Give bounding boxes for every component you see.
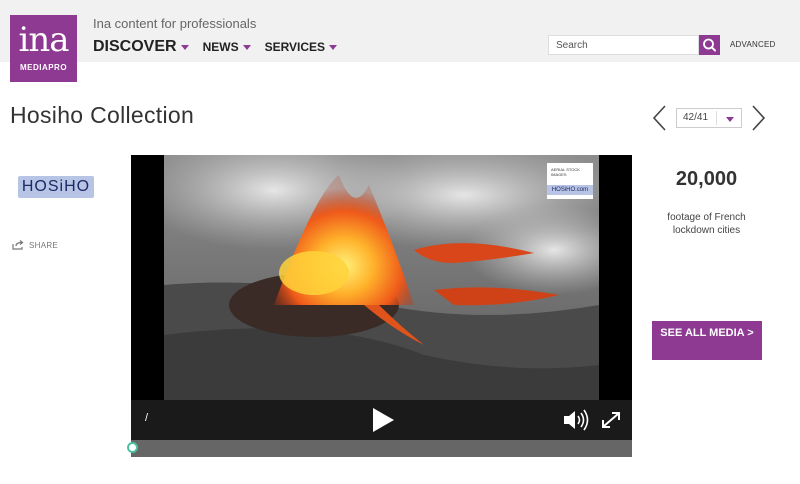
progress-handle[interactable]: [127, 442, 138, 453]
time-display: /: [145, 412, 149, 424]
logo-sub: MEDIAPRO: [19, 63, 68, 72]
pager-value: 42/41: [683, 112, 709, 123]
watermark-brand: HOSiHO.com: [547, 185, 593, 195]
watermark-logo: AERIAL STOCK IMAGES HOSiHO.com: [547, 163, 593, 199]
pager-select[interactable]: 42/41: [676, 108, 742, 128]
search-input[interactable]: [548, 35, 699, 55]
volume-icon: [564, 409, 589, 431]
tagline: Ina content for professionals: [93, 16, 257, 31]
play-icon: [373, 408, 394, 432]
play-button[interactable]: [371, 408, 395, 432]
fullscreen-icon: [602, 412, 620, 428]
progress-bar[interactable]: [127, 440, 632, 457]
stat-number: 20,000: [675, 168, 738, 190]
chevron-left-icon: [652, 105, 666, 131]
watermark-caption: AERIAL STOCK IMAGES: [551, 167, 580, 177]
nav-discover-label: DISCOVER: [93, 38, 177, 55]
main-nav: DISCOVER NEWS SERVICES: [93, 38, 351, 56]
fullscreen-button[interactable]: [601, 411, 621, 429]
player-controls: /: [131, 400, 632, 440]
partner-logo: HOSiHO: [18, 176, 94, 198]
pager-divider: [716, 111, 717, 125]
next-button[interactable]: [748, 104, 768, 132]
chevron-down-icon: [180, 44, 189, 50]
share-button[interactable]: SHARE: [12, 240, 58, 250]
nav-news[interactable]: NEWS: [203, 40, 251, 54]
search-button[interactable]: [699, 35, 720, 55]
stat-caption: footage of French lockdown cities: [667, 212, 746, 236]
previous-button[interactable]: [650, 104, 670, 132]
ina-logo[interactable]: ina MEDIAPRO: [10, 15, 77, 82]
chevron-right-icon: [752, 105, 766, 131]
video-player[interactable]: AERIAL STOCK IMAGES HOSiHO.com /: [127, 155, 632, 457]
search-icon: [703, 38, 716, 52]
advanced-search-link[interactable]: ADVANCED: [730, 40, 775, 49]
page-title: Hosiho Collection: [10, 102, 195, 128]
nav-services-label: SERVICES: [264, 40, 326, 54]
site-header: Ina content for professionals DISCOVER N…: [0, 0, 800, 62]
share-label: SHARE: [29, 240, 59, 250]
see-all-media-button[interactable]: SEE ALL MEDIA >: [652, 321, 762, 360]
nav-news-label: NEWS: [202, 40, 239, 54]
share-icon: [12, 240, 24, 250]
logo-word: ina: [18, 20, 69, 60]
nav-services[interactable]: SERVICES: [264, 40, 338, 54]
nav-discover[interactable]: DISCOVER: [93, 38, 189, 56]
volcano-eruption-image: [164, 155, 599, 400]
chevron-down-icon: [726, 117, 734, 122]
video-frame[interactable]: AERIAL STOCK IMAGES HOSiHO.com: [164, 155, 599, 400]
chevron-down-icon: [329, 44, 338, 50]
volume-button[interactable]: [563, 409, 591, 431]
partner-logo-text: HOSiHO: [21, 178, 91, 195]
chevron-down-icon: [242, 44, 251, 50]
